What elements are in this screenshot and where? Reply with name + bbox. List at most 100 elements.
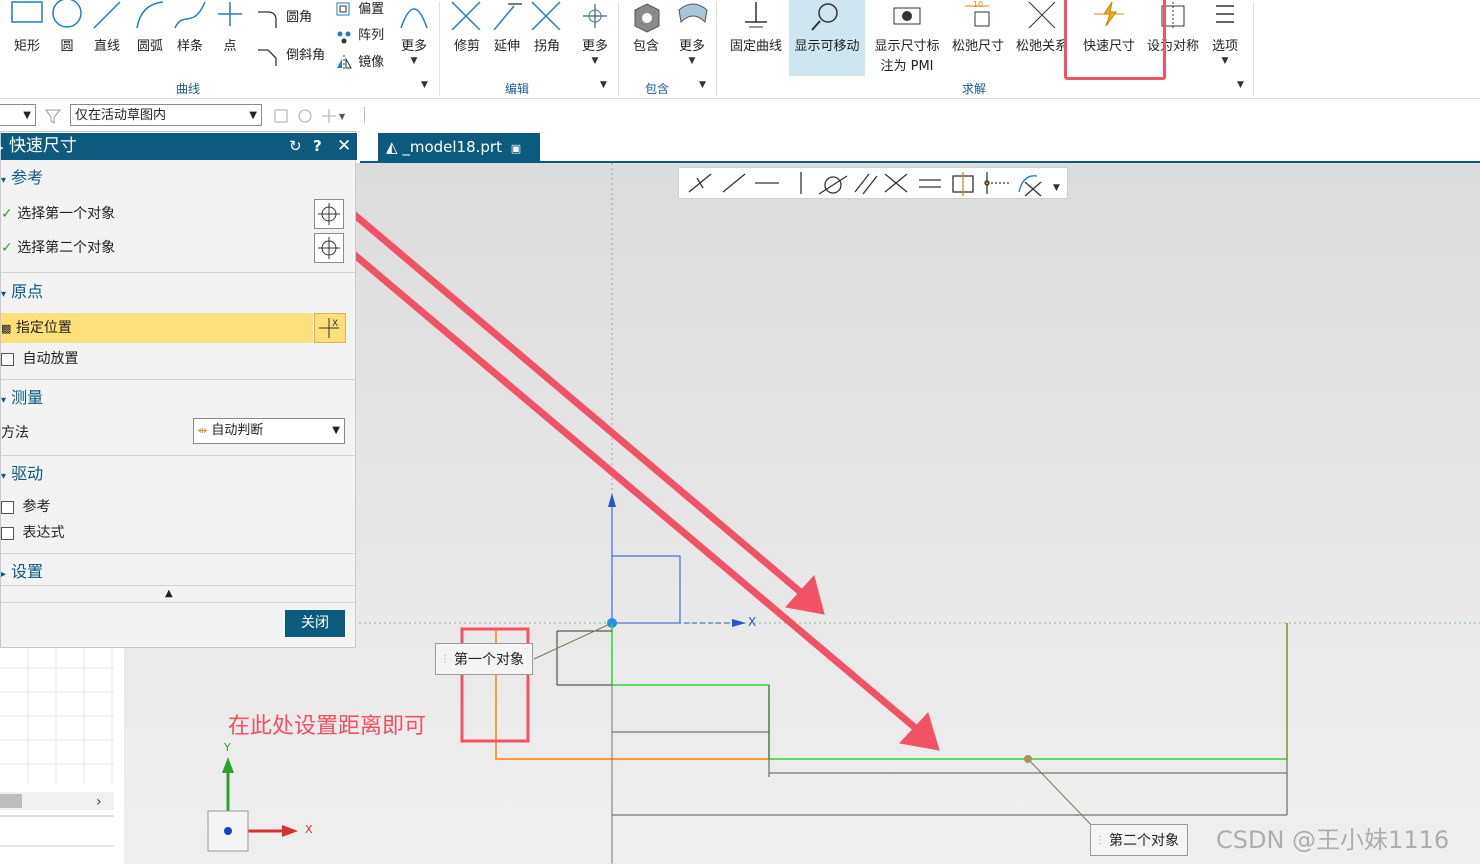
part-navigator: ›: [0, 648, 125, 864]
point-snap-icon[interactable]: ▼: [320, 107, 348, 125]
divider: [364, 107, 365, 123]
line-button[interactable]: 直线: [88, 0, 126, 80]
constraint-mini-toolbar: ▼: [678, 167, 1068, 199]
select-second-object-row[interactable]: ✓ 选择第二个对象: [1, 233, 355, 263]
fillet-label: 圆角: [286, 10, 313, 25]
reference-checkbox[interactable]: [1, 500, 14, 514]
include-more-button[interactable]: 更多 ▼: [672, 0, 712, 80]
curve-more-button[interactable]: 更多 ▼: [394, 0, 434, 80]
mirror-button[interactable]: 镜像: [334, 51, 384, 71]
relax-dimension-button[interactable]: 10 松弛尺寸: [946, 0, 1010, 80]
collapse-icon: ▾: [1, 175, 7, 186]
filter-icon[interactable]: [44, 107, 62, 125]
corner-icon: [531, 1, 561, 30]
section-measure[interactable]: ▾ 测量: [1, 385, 355, 411]
relax-dimension-label: 松弛尺寸: [951, 39, 1004, 54]
edit-more-button[interactable]: 更多 ▼: [576, 0, 614, 80]
fixed-curve-button[interactable]: 固定曲线: [724, 0, 788, 80]
trim-button[interactable]: 修剪: [448, 0, 486, 80]
scope-select[interactable]: 仅在活动草图内 ▼: [70, 104, 262, 126]
type-filter-select[interactable]: ▼: [0, 104, 36, 126]
curve-group-dropdown-icon[interactable]: ▼: [421, 80, 428, 90]
arc-button[interactable]: 圆弧: [130, 0, 170, 80]
offset-label: 偏置: [358, 2, 385, 17]
include-group-dropdown-icon[interactable]: ▼: [699, 80, 706, 90]
surface-icon: [678, 3, 708, 24]
chevron-down-icon: ▼: [410, 56, 418, 66]
rectangle-button[interactable]: 矩形: [8, 0, 46, 80]
collapse-icon: ▾: [1, 289, 7, 300]
first-object-text: 第一个对象: [454, 652, 524, 668]
section-origin[interactable]: ▾ 原点: [1, 279, 355, 305]
expression-option-row[interactable]: 表达式: [1, 518, 355, 548]
tab-model18[interactable]: ◭ _model18.prt ▣ ✕: [378, 133, 540, 186]
collapse-dialog-icon[interactable]: ▲: [165, 588, 173, 599]
symmetric-icon: [1161, 2, 1185, 30]
edit-more-label: 更多: [581, 39, 608, 54]
extend-button[interactable]: 延伸: [488, 0, 526, 80]
point-button[interactable]: 点: [214, 0, 246, 80]
mirror-icon: [337, 54, 352, 71]
sketch-x-axis-label: X: [748, 615, 757, 629]
solve-group-dropdown-icon[interactable]: ▼: [1237, 80, 1244, 90]
divider: [1, 379, 355, 380]
specify-location-button[interactable]: X: [314, 313, 346, 343]
grip-icon: ⋮: [1095, 835, 1105, 846]
auto-place-row[interactable]: 自动放置: [1, 344, 355, 374]
offset-button[interactable]: 偏置: [334, 0, 384, 18]
snap-icon[interactable]: [272, 107, 290, 125]
pattern-button[interactable]: 阵列: [334, 24, 384, 44]
quick-dimension-button[interactable]: 快速尺寸: [1078, 0, 1140, 80]
chamfer-button[interactable]: 倒斜角: [256, 44, 325, 66]
show-movable-button[interactable]: 显示可移动: [789, 0, 865, 76]
quick-dimension-dialog: ▸ 快速尺寸 ↻ ? ✕ ▾ 参考 ✓ 选择第一个对象 ✓ 选择第二个对象 ▾ …: [0, 131, 357, 648]
corner-button[interactable]: 拐角: [528, 0, 566, 80]
reference-label: 参考: [22, 499, 51, 515]
select-icon[interactable]: [296, 107, 314, 125]
group-divider: [716, 2, 717, 96]
section-settings-label: 设置: [11, 562, 44, 581]
method-select[interactable]: ⇹ 自动判断 ▼: [193, 418, 345, 444]
pin-icon[interactable]: ▣: [511, 142, 521, 155]
select-first-object-button[interactable]: [314, 199, 344, 229]
edit-group-dropdown-icon[interactable]: ▼: [600, 80, 607, 90]
close-button[interactable]: 关闭: [285, 610, 345, 637]
second-object-text: 第二个对象: [1109, 833, 1179, 849]
select-first-object-row[interactable]: ✓ 选择第一个对象: [1, 199, 355, 229]
first-object-label: ⋮ 第一个对象: [435, 643, 533, 675]
section-reference[interactable]: ▾ 参考: [1, 165, 355, 191]
fillet-button[interactable]: 圆角: [256, 6, 313, 28]
options-button[interactable]: 选项 ▼: [1206, 0, 1244, 80]
collapse-icon: ▾: [1, 471, 7, 482]
auto-place-checkbox[interactable]: [1, 352, 14, 366]
spline-label: 样条: [176, 39, 203, 54]
chevron-down-icon: ▼: [1221, 56, 1229, 66]
section-drive[interactable]: ▾ 驱动: [1, 461, 355, 487]
reset-icon[interactable]: ↻: [289, 133, 302, 160]
menu-icon: [1216, 5, 1234, 23]
expression-checkbox[interactable]: [1, 526, 14, 540]
help-icon[interactable]: ?: [313, 133, 322, 160]
include-button[interactable]: 包含: [626, 0, 666, 80]
circle-button[interactable]: 圆: [50, 0, 84, 80]
checker-flag-icon: ▩: [1, 322, 12, 335]
set-symmetric-button[interactable]: 设为对称: [1142, 0, 1204, 80]
fillet-icon: [258, 10, 277, 28]
navigator-grid: ›: [0, 648, 114, 847]
dialog-titlebar: ▸ 快速尺寸 ↻ ? ✕: [0, 133, 357, 160]
document-tab-strip: ◭ _model18.prt ▣ ✕: [360, 131, 1480, 186]
svg-text:▼: ▼: [1053, 183, 1060, 193]
chevron-down-icon: ▼: [688, 56, 696, 66]
svg-text:▼: ▼: [339, 112, 346, 121]
method-label: 方法: [1, 425, 29, 441]
section-settings[interactable]: ▸ 设置: [1, 559, 355, 585]
show-dimension-pmi-button[interactable]: 显示尺寸标注为 PMI: [870, 0, 944, 80]
close-icon[interactable]: ✕: [337, 133, 351, 160]
select-second-object-button[interactable]: [314, 233, 344, 263]
line-label: 直线: [93, 39, 120, 54]
specify-location-row[interactable]: ▩ 指定位置: [1, 313, 313, 343]
expand-icon: ▸: [0, 141, 4, 154]
spline-button[interactable]: 样条: [172, 0, 208, 80]
set-symmetric-label: 设为对称: [1146, 39, 1199, 54]
relax-relation-button[interactable]: 松弛关系: [1012, 0, 1072, 80]
